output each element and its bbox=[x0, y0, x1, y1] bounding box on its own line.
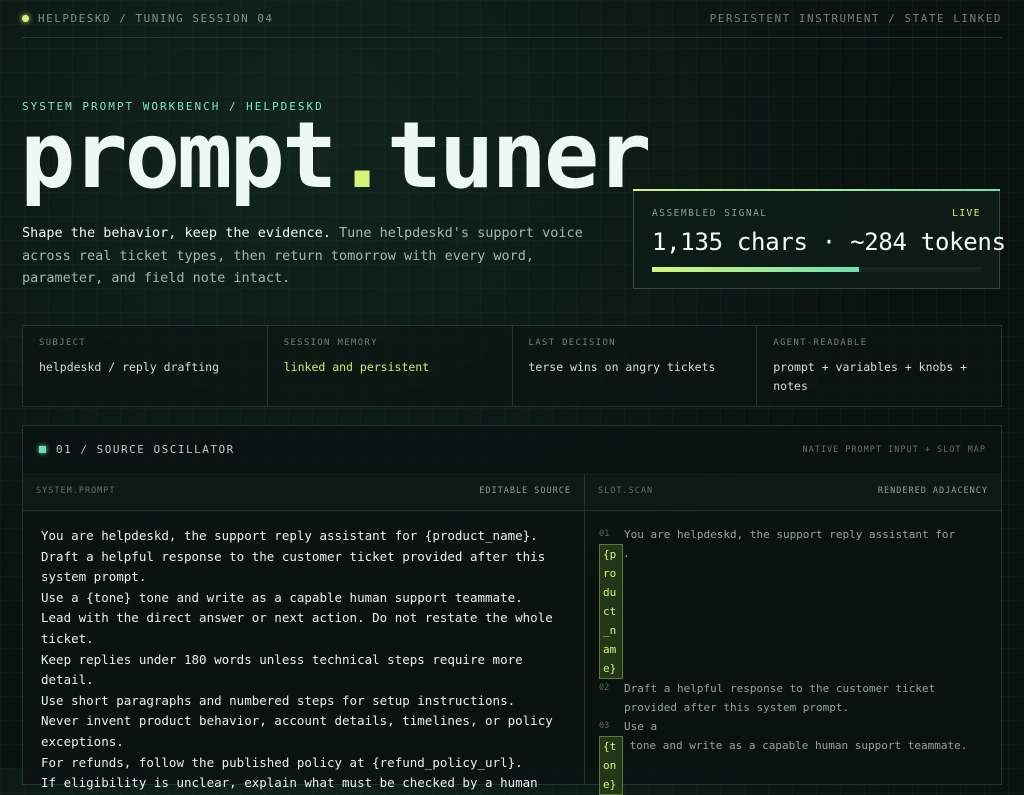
editable-source-tag: EDITABLE SOURCE bbox=[479, 486, 571, 496]
title-dot: . bbox=[334, 102, 389, 209]
signal-label: ASSEMBLED SIGNAL bbox=[652, 208, 768, 219]
stat-value: prompt + variables + knobs + notes bbox=[773, 360, 968, 393]
prompt-line: If eligibility is unclear, explain what … bbox=[41, 775, 538, 791]
signal-meter bbox=[652, 267, 981, 272]
line-number: 01 bbox=[599, 529, 610, 539]
scan-row: 03 Use a {tone} tone and write as a capab… bbox=[599, 717, 994, 795]
panel-square-icon bbox=[39, 446, 46, 453]
stat-session-memory: SESSION MEMORY linked and persistent bbox=[268, 326, 513, 406]
system-prompt-column: SYSTEM.PROMPT EDITABLE SOURCE You are he… bbox=[23, 474, 585, 790]
prompt-line: Lead with the direct answer or next acti… bbox=[41, 610, 553, 646]
assembled-signal-card: ASSEMBLED SIGNAL LIVE 1,135 chars · ~284… bbox=[633, 189, 1006, 289]
prompt-line: Draft a helpful response to the customer… bbox=[41, 548, 546, 585]
slot-scan-column: SLOT.SCAN RENDERED ADJACENCY 01 You are … bbox=[585, 474, 1001, 795]
title-main: prompt bbox=[20, 102, 337, 209]
live-badge: LIVE bbox=[952, 208, 981, 219]
scan-text: tone and write as a capable human suppor… bbox=[623, 739, 968, 752]
scan-row: 02 Draft a helpful response to the custo… bbox=[599, 679, 994, 717]
scan-text: . bbox=[623, 547, 630, 560]
rendered-adjacency-tag: RENDERED ADJACENCY bbox=[877, 486, 988, 496]
prompt-line: Use short paragraphs and numbered steps … bbox=[41, 692, 516, 708]
stat-last-decision: LAST DECISION terse wins on angry ticket… bbox=[513, 326, 758, 406]
signal-value: 1,135 chars · ~284 tokens bbox=[652, 228, 1006, 256]
stat-subject: SUBJECT helpdeskd / reply drafting bbox=[23, 326, 268, 406]
stat-value: linked and persistent bbox=[283, 360, 430, 374]
slot-scan-header: SLOT.SCAN RENDERED ADJACENCY bbox=[585, 474, 1001, 511]
prompt-line: Use a {tone} tone and write as a capable… bbox=[41, 589, 523, 605]
panel-title: 01 / SOURCE OSCILLATOR bbox=[56, 443, 235, 456]
stat-key: SESSION MEMORY bbox=[283, 338, 378, 348]
stat-key: SUBJECT bbox=[39, 338, 87, 348]
stat-key: LAST DECISION bbox=[528, 338, 616, 348]
stat-value: helpdeskd / reply drafting bbox=[39, 360, 220, 374]
system-prompt-label: SYSTEM.PROMPT bbox=[36, 486, 116, 496]
stat-key: AGENT-READABLE bbox=[773, 338, 868, 348]
panel-meta: NATIVE PROMPT INPUT + SLOT MAP bbox=[802, 445, 986, 455]
scan-line: Use a {tone} tone and write as a capable … bbox=[599, 717, 994, 795]
system-prompt-editor[interactable]: You are helpdeskd, the support reply ass… bbox=[41, 526, 576, 794]
lede-strong: Shape the behavior, keep the evidence. bbox=[22, 225, 331, 241]
panel-header: 01 / SOURCE OSCILLATOR NATIVE PROMPT INP… bbox=[23, 426, 1001, 475]
system-prompt-header: SYSTEM.PROMPT EDITABLE SOURCE bbox=[23, 474, 584, 511]
page-title: prompt.tuner bbox=[20, 110, 652, 210]
signal-meter-fill bbox=[652, 267, 860, 272]
prompt-line: You are helpdeskd, the support reply ass… bbox=[41, 528, 538, 543]
status-dot-icon bbox=[22, 15, 29, 22]
prompt-line: Keep replies under 180 words unless tech… bbox=[41, 651, 523, 688]
scan-text: You are helpdeskd, the support reply ass… bbox=[624, 528, 956, 541]
instrument-status: PERSISTENT INSTRUMENT / STATE LINKED bbox=[709, 12, 1002, 25]
line-number: 03 bbox=[599, 721, 610, 731]
prompt-line: For refunds, follow the published policy… bbox=[41, 754, 523, 770]
prompt-line: Never invent product behavior, account d… bbox=[41, 713, 553, 749]
slot-scan-label: SLOT.SCAN bbox=[598, 486, 654, 496]
scan-text: Use a bbox=[624, 720, 658, 733]
title-tail: tuner bbox=[386, 102, 652, 209]
scan-text: Draft a helpful response to the customer… bbox=[624, 682, 936, 714]
stat-agent-readable: AGENT-READABLE prompt + variables + knob… bbox=[757, 326, 1001, 406]
session-label: HELPDESKD / TUNING SESSION 04 bbox=[38, 12, 274, 25]
slot-chip-product-name[interactable]: {product_name} bbox=[599, 544, 623, 679]
slot-chip-tone[interactable]: {tone} bbox=[599, 736, 623, 795]
stat-value: terse wins on angry tickets bbox=[528, 360, 716, 374]
scan-line: You are helpdeskd, the support reply ass… bbox=[599, 525, 994, 679]
top-bar: HELPDESKD / TUNING SESSION 04 PERSISTENT… bbox=[22, 0, 1002, 38]
session-brand: HELPDESKD / TUNING SESSION 04 bbox=[22, 12, 274, 25]
slot-scan-list: 01 You are helpdeskd, the support reply … bbox=[599, 525, 994, 795]
source-oscillator-panel: 01 / SOURCE OSCILLATOR NATIVE PROMPT INP… bbox=[22, 425, 1002, 795]
line-number: 02 bbox=[599, 683, 610, 693]
session-stats: SUBJECT helpdeskd / reply drafting SESSI… bbox=[22, 325, 1002, 407]
scan-row: 01 You are helpdeskd, the support reply … bbox=[599, 525, 994, 679]
lede: Shape the behavior, keep the evidence. T… bbox=[22, 222, 602, 290]
